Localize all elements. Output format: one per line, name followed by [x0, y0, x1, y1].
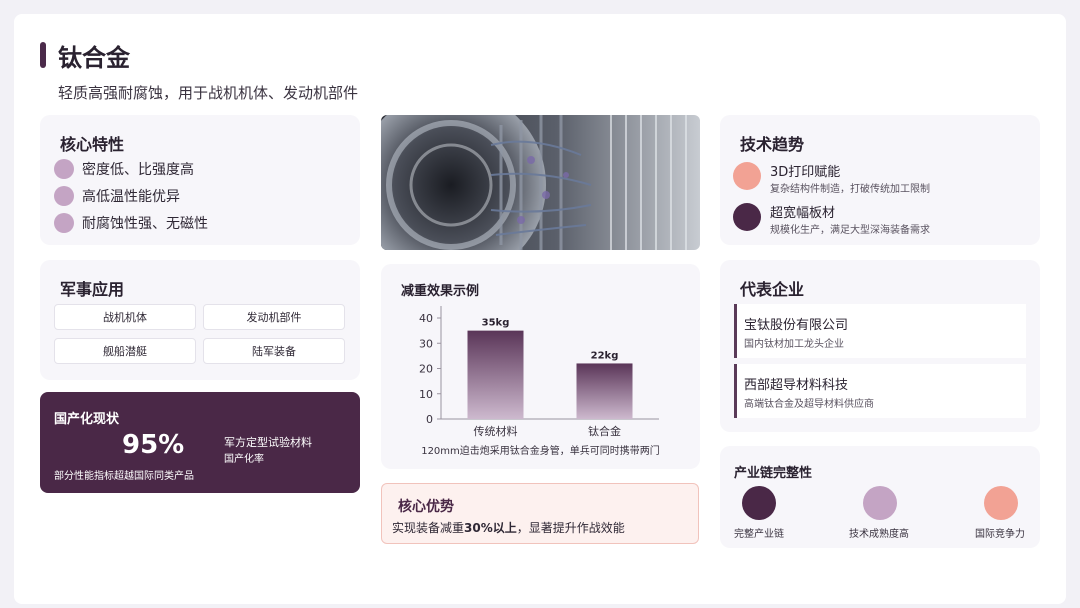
- company-accent-bar: [734, 304, 737, 358]
- core-feature-text: 高低温性能优异: [82, 189, 180, 205]
- page-subtitle: 轻质高强耐腐蚀，用于战机机体、发动机部件: [58, 84, 359, 102]
- bullet-dot-icon: [54, 213, 74, 233]
- tech-trends-card: 技术趋势 3D打印赋能 复杂结构件制造，打破传统加工限制 超宽幅板材 规模化生产…: [720, 115, 1040, 245]
- company-name: 西部超导材料科技: [744, 378, 849, 393]
- core-feature-text: 密度低、比强度高: [82, 162, 194, 178]
- military-title: 军事应用: [60, 280, 125, 299]
- chain-complete-icon: [742, 486, 776, 520]
- advantage-text: 实现装备减重30%以上，显著提升作战效能: [392, 519, 625, 536]
- jet-engine-icon: [381, 115, 700, 250]
- trend-title: 3D打印赋能: [770, 165, 841, 180]
- core-advantage-card: 核心优势 实现装备减重30%以上，显著提升作战效能: [381, 483, 699, 544]
- core-feature-item: 密度低、比强度高: [54, 159, 194, 179]
- y-tick-label: 20: [419, 363, 433, 376]
- company-desc: 高端钛合金及超导材料供应商: [744, 399, 874, 410]
- status-percent: 95%: [122, 430, 185, 460]
- bullet-dot-icon: [54, 159, 74, 179]
- company-item[interactable]: 宝钛股份有限公司 国内钛材加工龙头企业: [734, 304, 1026, 358]
- trend-wide-plate-icon: [733, 203, 761, 231]
- core-features-title: 核心特性: [60, 135, 125, 154]
- status-line-1: 军方定型试验材料: [224, 436, 312, 449]
- localization-status-card: 国产化现状 95% 军方定型试验材料 国产化率 部分性能指标超越国际同类产品: [40, 392, 360, 493]
- military-item-airframe[interactable]: 战机机体: [54, 304, 196, 330]
- weight-reduction-chart-card: 减重效果示例 0 10 20 30 40 35kg 传统材料 22kg 钛合金 120mm迫击炮…: [381, 264, 700, 469]
- chart-caption: 120mm迫击炮采用钛合金身管，单兵可同时携带两门: [421, 446, 660, 457]
- trends-title: 技术趋势: [740, 135, 805, 154]
- x-tick-label: 传统材料: [474, 424, 518, 438]
- trend-desc: 规模化生产，满足大型深海装备需求: [770, 225, 930, 236]
- advantage-text-post: ，显著提升作战效能: [516, 521, 625, 535]
- core-features-card: 核心特性 密度低、比强度高 高低温性能优异 耐腐蚀性强、无磁性: [40, 115, 360, 245]
- companies-card: 代表企业 宝钛股份有限公司 国内钛材加工龙头企业 西部超导材料科技 高端钛合金及…: [720, 260, 1040, 432]
- company-item[interactable]: 西部超导材料科技 高端钛合金及超导材料供应商: [734, 364, 1026, 418]
- y-tick-label: 0: [426, 413, 433, 426]
- trend-3d-print-icon: [733, 162, 761, 190]
- chain-maturity-icon: [863, 486, 897, 520]
- chain-label: 国际竞争力: [975, 529, 1025, 540]
- chain-label: 完整产业链: [734, 529, 784, 540]
- company-name: 宝钛股份有限公司: [744, 318, 849, 333]
- advantage-title: 核心优势: [398, 499, 454, 515]
- industry-chain-card: 产业链完整性 完整产业链 技术成熟度高 国际竞争力: [720, 446, 1040, 548]
- jet-engine-photo: [381, 115, 700, 250]
- x-tick-label: 钛合金: [588, 424, 621, 438]
- status-line-2: 国产化率: [224, 454, 264, 465]
- military-item-army[interactable]: 陆军装备: [203, 338, 345, 364]
- bar-1: [576, 363, 633, 419]
- chain-label: 技术成熟度高: [849, 529, 909, 540]
- company-desc: 国内钛材加工龙头企业: [744, 339, 844, 350]
- companies-title: 代表企业: [740, 280, 805, 299]
- title-accent-bar: [40, 42, 46, 68]
- bullet-dot-icon: [54, 186, 74, 206]
- trend-title: 超宽幅板材: [770, 206, 836, 221]
- status-title: 国产化现状: [54, 412, 120, 427]
- core-feature-item: 耐腐蚀性强、无磁性: [54, 213, 208, 233]
- chain-competitiveness-icon: [984, 486, 1018, 520]
- military-item-naval[interactable]: 舰船潜艇: [54, 338, 196, 364]
- bar-data-label: 35kg: [482, 318, 510, 329]
- bar-0: [467, 330, 524, 419]
- y-tick-label: 10: [419, 388, 433, 401]
- bar-chart: 0 10 20 30 40 35kg 传统材料 22kg 钛合金: [419, 306, 659, 438]
- bar-data-label: 22kg: [591, 350, 619, 361]
- military-card: 军事应用 战机机体 发动机部件 舰船潜艇 陆军装备: [40, 260, 360, 380]
- advantage-text-highlight: 30%以上: [464, 521, 517, 535]
- core-feature-item: 高低温性能优异: [54, 186, 180, 206]
- core-feature-text: 耐腐蚀性强、无磁性: [82, 216, 208, 232]
- trend-desc: 复杂结构件制造，打破传统加工限制: [770, 184, 930, 195]
- y-tick-label: 40: [419, 312, 433, 325]
- y-tick-label: 30: [419, 337, 433, 350]
- military-item-engine[interactable]: 发动机部件: [203, 304, 345, 330]
- status-footer: 部分性能指标超越国际同类产品: [54, 471, 194, 482]
- company-accent-bar: [734, 364, 737, 418]
- page-title: 钛合金: [58, 44, 130, 72]
- advantage-text-pre: 实现装备减重: [392, 521, 465, 535]
- chain-title: 产业链完整性: [734, 466, 813, 481]
